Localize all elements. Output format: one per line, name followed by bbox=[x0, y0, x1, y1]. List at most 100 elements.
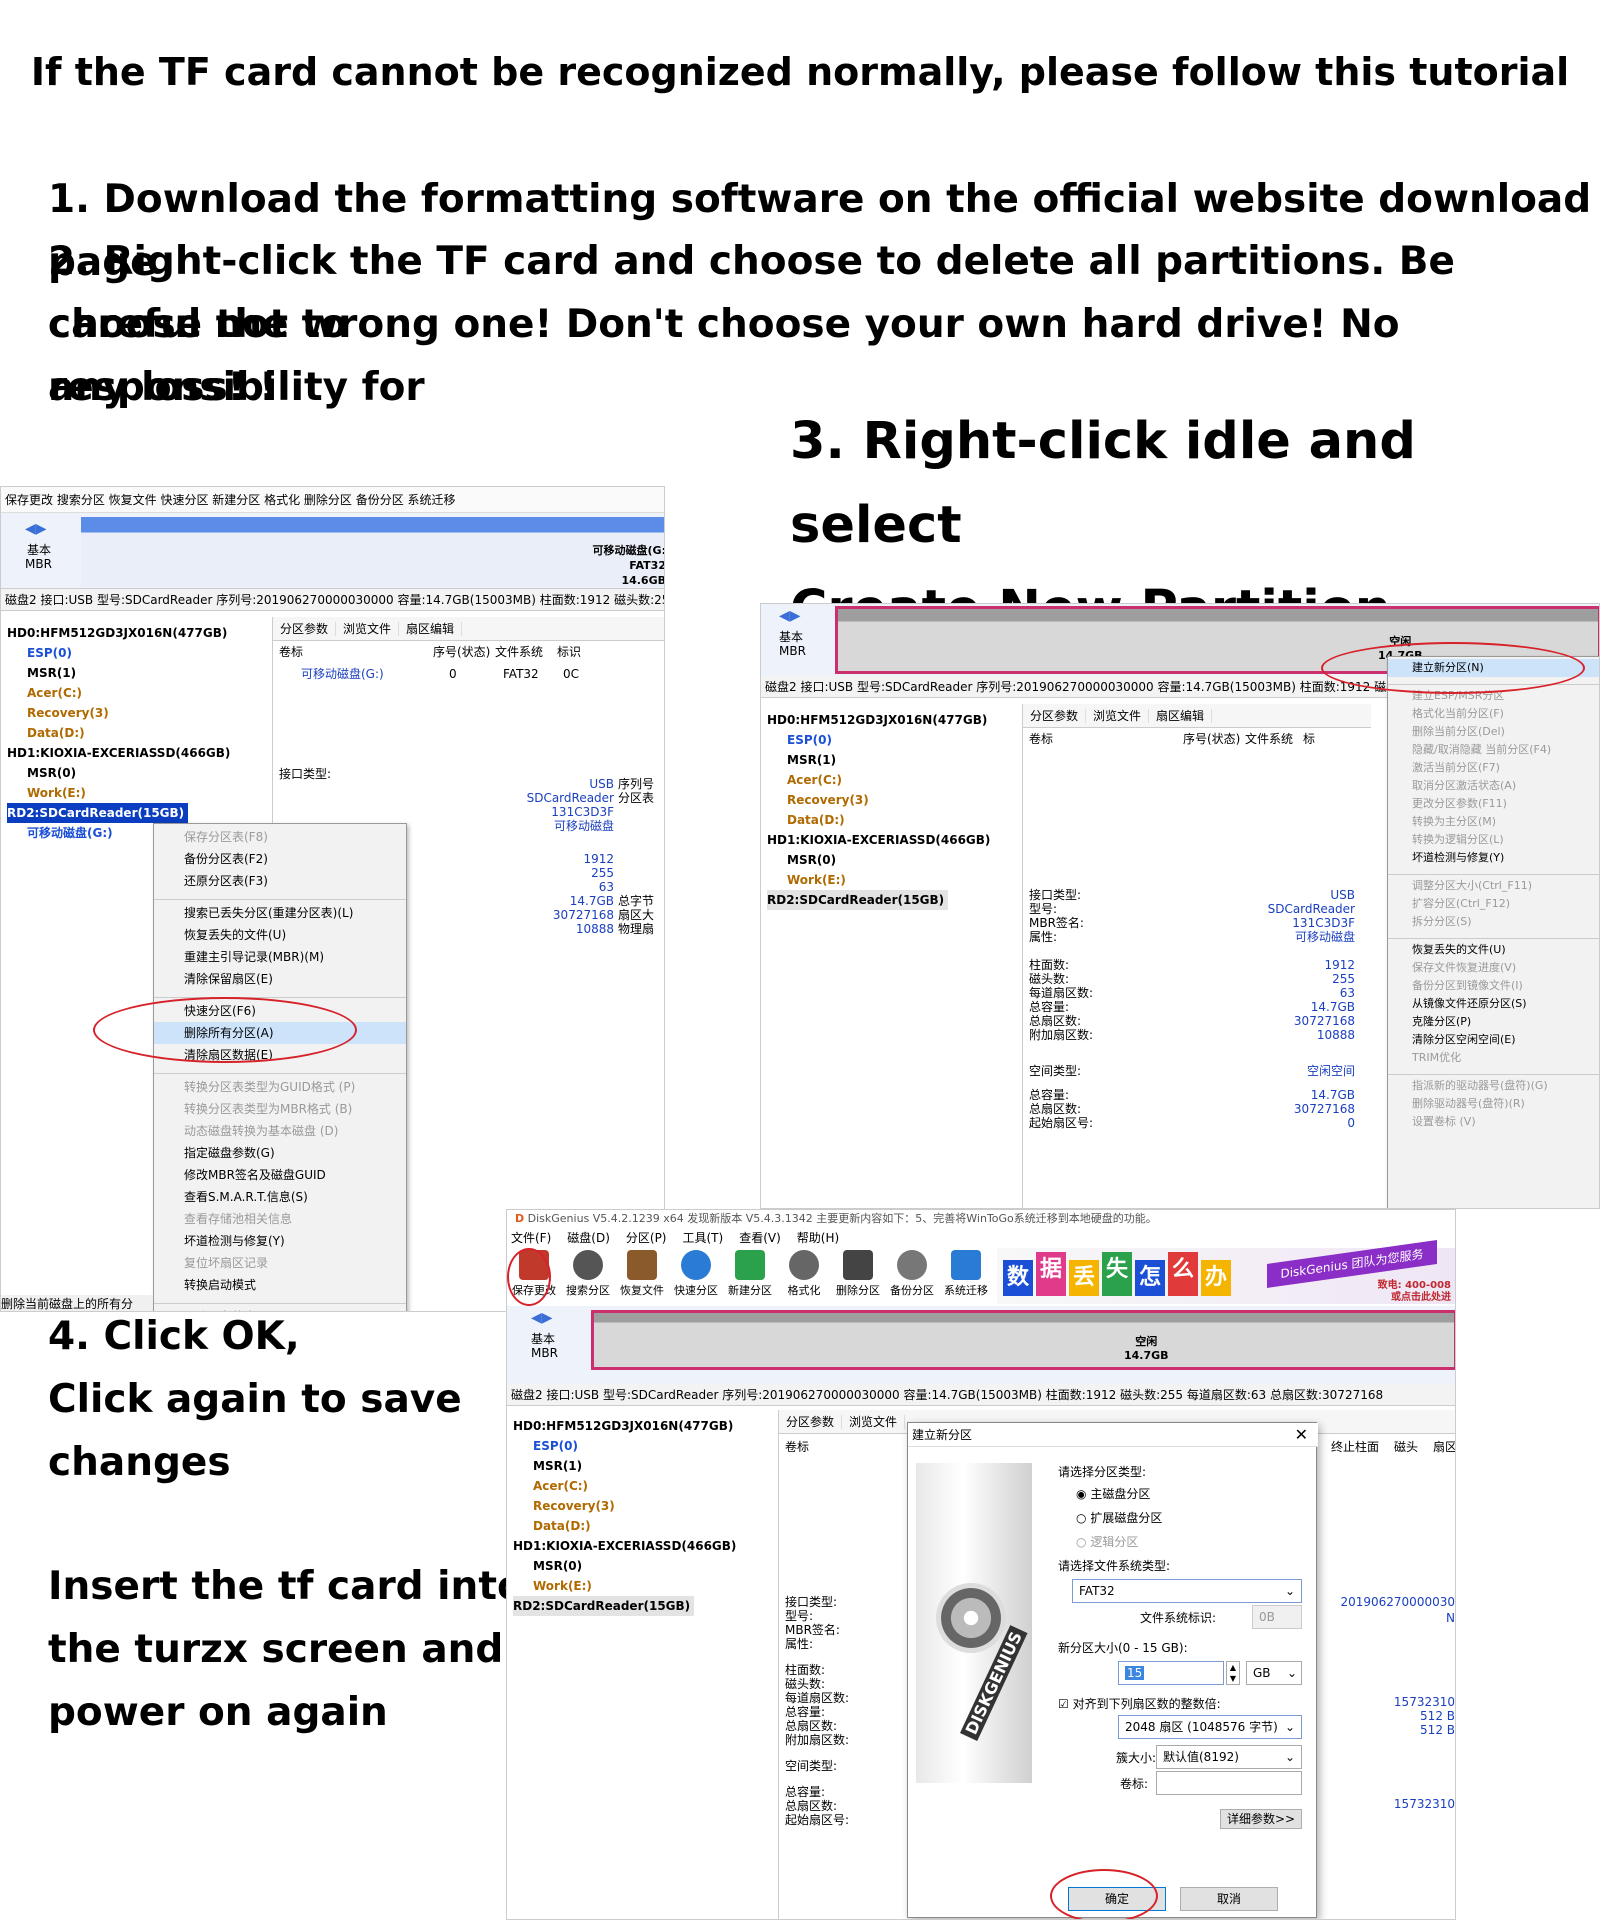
tree-disk[interactable]: HD0:HFM512GD3JX016N(477GB) bbox=[7, 623, 272, 643]
tree-partition[interactable]: Work(E:) bbox=[767, 870, 1022, 890]
menu-item[interactable]: 还原分区表(F3) bbox=[154, 870, 406, 892]
menu-item[interactable]: 坏道检测与修复(Y) bbox=[154, 1230, 406, 1252]
tab-1[interactable]: 浏览文件 bbox=[842, 1415, 906, 1429]
disk-tree[interactable]: HD0:HFM512GD3JX016N(477GB) ESP(0) MSR(1) Ac… bbox=[507, 1410, 779, 1919]
toolbar[interactable]: 保存更改 搜索分区 恢复文件 快速分区 新建分区 格式化 删除分区 备份分区 系统迁移 bbox=[507, 1248, 997, 1304]
tree-disk[interactable]: RD2:SDCardReader(15GB) bbox=[7, 803, 189, 823]
menu-item[interactable]: 备份分区到镜像文件(I) bbox=[1388, 977, 1599, 995]
free-space-bar[interactable]: 空闲 14.7GB bbox=[591, 1310, 1455, 1370]
cluster-select[interactable]: 默认值(8192) ⌄ bbox=[1156, 1745, 1302, 1769]
menu-5[interactable]: 帮助(H) bbox=[797, 1231, 839, 1245]
tree-partition[interactable]: Data(D:) bbox=[7, 723, 272, 743]
tree-disk[interactable]: HD0:HFM512GD3JX016N(477GB) bbox=[513, 1416, 778, 1436]
menu-2[interactable]: 分区(P) bbox=[626, 1231, 667, 1245]
menu-item[interactable]: 更改设备状态 bbox=[154, 1306, 406, 1311]
menu-item[interactable]: 转换分区表类型为MBR格式 (B) bbox=[154, 1098, 406, 1120]
menu-item[interactable]: 复位坏扇区记录 bbox=[154, 1252, 406, 1274]
menu-item[interactable]: 扩容分区(Ctrl_F12) bbox=[1388, 895, 1599, 913]
tree-partition[interactable]: Data(D:) bbox=[767, 810, 1022, 830]
tree-disk[interactable]: RD2:SDCardReader(15GB) bbox=[767, 890, 949, 910]
menu-4[interactable]: 查看(V) bbox=[739, 1231, 781, 1245]
tool-button[interactable]: 新建分区 bbox=[723, 1248, 777, 1304]
cancel-button[interactable]: 取消 bbox=[1180, 1887, 1278, 1911]
unit-select[interactable]: GB ⌄ bbox=[1246, 1661, 1302, 1685]
tab-2[interactable]: 扇区编辑 bbox=[399, 622, 463, 636]
tool-button[interactable]: 恢复文件 bbox=[615, 1248, 669, 1304]
radio-logical[interactable]: ○ 逻辑分区 bbox=[1076, 1533, 1138, 1550]
tree-disk[interactable]: HD1:KIOXIA-EXCERIASSD(466GB) bbox=[7, 743, 272, 763]
tool-button[interactable]: 删除分区 bbox=[831, 1248, 885, 1304]
menu-item[interactable]: TRIM优化 bbox=[1388, 1049, 1599, 1067]
ad-banner[interactable]: 数据丢失怎么办 DiskGenius 团队为您服务 致电: 400-008 或点… bbox=[997, 1240, 1455, 1304]
tree-partition[interactable]: Work(E:) bbox=[513, 1576, 778, 1596]
menu-item[interactable]: 备份分区表(F2) bbox=[154, 848, 406, 870]
size-stepper[interactable]: ▲ ▼ bbox=[1226, 1661, 1240, 1685]
tab-0[interactable]: 分区参数 bbox=[779, 1415, 843, 1429]
tree-disk[interactable]: HD1:KIOXIA-EXCERIASSD(466GB) bbox=[513, 1536, 778, 1556]
menu-item[interactable]: 转换启动模式 bbox=[154, 1274, 406, 1296]
tab-2[interactable]: 扇区编辑 bbox=[1149, 709, 1213, 723]
tree-partition[interactable]: Acer(C:) bbox=[767, 770, 1022, 790]
tree-partition[interactable]: ESP(0) bbox=[767, 730, 1022, 750]
menu-item[interactable]: 保存分区表(F8) bbox=[154, 826, 406, 848]
disk-tree[interactable]: HD0:HFM512GD3JX016N(477GB) ESP(0) MSR(1) Ac… bbox=[761, 704, 1023, 1208]
menu-item[interactable]: 转换分区表类型为GUID格式 (P) bbox=[154, 1076, 406, 1098]
menu-0[interactable]: 文件(F) bbox=[511, 1231, 551, 1245]
menu-1[interactable]: 磁盘(D) bbox=[567, 1231, 610, 1245]
tree-disk[interactable]: HD0:HFM512GD3JX016N(477GB) bbox=[767, 710, 1022, 730]
tree-partition[interactable]: Data(D:) bbox=[513, 1516, 778, 1536]
tool-button[interactable]: 系统迁移 bbox=[939, 1248, 993, 1304]
menu-3[interactable]: 工具(T) bbox=[683, 1231, 724, 1245]
table-row[interactable]: 可移动磁盘(G:) 0 FAT32 0C bbox=[273, 663, 664, 685]
tree-partition[interactable]: Recovery(3) bbox=[767, 790, 1022, 810]
toolbar[interactable]: 保存更改 搜索分区 恢复文件 快速分区 新建分区 格式化 删除分区 备份分区 系… bbox=[1, 487, 664, 513]
menu-item[interactable]: 激活当前分区(F7) bbox=[1388, 759, 1599, 777]
tab-1[interactable]: 浏览文件 bbox=[336, 622, 400, 636]
nav-arrows-icon[interactable]: ◀▶ bbox=[531, 1310, 553, 1326]
tree-partition[interactable]: MSR(1) bbox=[767, 750, 1022, 770]
tree-partition[interactable]: MSR(0) bbox=[767, 850, 1022, 870]
menu-item[interactable]: 重建主引导记录(MBR)(M) bbox=[154, 946, 406, 968]
partition-bar[interactable]: 可移动磁盘(G: FAT32 14.6GB bbox=[81, 517, 664, 587]
size-input[interactable]: 15 bbox=[1118, 1661, 1224, 1685]
menu-item[interactable]: 指定磁盘参数(G) bbox=[154, 1142, 406, 1164]
menu-item[interactable]: 动态磁盘转换为基本磁盘 (D) bbox=[154, 1120, 406, 1142]
menu-item[interactable]: 更改分区参数(F11) bbox=[1388, 795, 1599, 813]
menu-item[interactable]: 隐藏/取消隐藏 当前分区(F4) bbox=[1388, 741, 1599, 759]
menu-item[interactable]: 克隆分区(P) bbox=[1388, 1013, 1599, 1031]
tab-0[interactable]: 分区参数 bbox=[1023, 709, 1087, 723]
tab-0[interactable]: 分区参数 bbox=[273, 622, 337, 636]
tree-partition[interactable]: Recovery(3) bbox=[7, 703, 272, 723]
tree-partition[interactable]: MSR(1) bbox=[7, 663, 272, 683]
radio-extended[interactable]: ○ 扩展磁盘分区 bbox=[1076, 1509, 1162, 1526]
menu-item[interactable]: 查看存储池相关信息 bbox=[154, 1208, 406, 1230]
tool-button[interactable]: 搜索分区 bbox=[561, 1248, 615, 1304]
tree-partition[interactable]: MSR(0) bbox=[7, 763, 272, 783]
tree-partition[interactable]: MSR(0) bbox=[513, 1556, 778, 1576]
tab-1[interactable]: 浏览文件 bbox=[1086, 709, 1150, 723]
menu-item[interactable]: 删除当前分区(Del) bbox=[1388, 723, 1599, 741]
tree-partition[interactable]: Acer(C:) bbox=[513, 1476, 778, 1496]
tool-button[interactable]: 备份分区 bbox=[885, 1248, 939, 1304]
fsid-select[interactable]: 0B bbox=[1252, 1605, 1302, 1629]
tree-partition[interactable]: ESP(0) bbox=[513, 1436, 778, 1456]
details-button[interactable]: 详细参数>> bbox=[1220, 1809, 1302, 1829]
menu-bar[interactable]: 文件(F) 磁盘(D) 分区(P) 工具(T) 查看(V) 帮助(H) bbox=[507, 1228, 1455, 1248]
menu-item[interactable]: 清除分区空闲空间(E) bbox=[1388, 1031, 1599, 1049]
tool-button[interactable]: 格式化 bbox=[777, 1248, 831, 1304]
tab-bar[interactable]: 分区参数 浏览文件 扇区编辑 bbox=[273, 617, 664, 641]
menu-item[interactable]: 从镜像文件还原分区(S) bbox=[1388, 995, 1599, 1013]
menu-item[interactable]: 调整分区大小(Ctrl_F11) bbox=[1388, 877, 1599, 895]
nav-arrows-icon[interactable]: ◀▶ bbox=[779, 608, 801, 624]
menu-item[interactable]: 修改MBR签名及磁盘GUID bbox=[154, 1164, 406, 1186]
fs-select[interactable]: FAT32 ⌄ bbox=[1072, 1579, 1302, 1603]
tree-partition[interactable]: ESP(0) bbox=[7, 643, 272, 663]
tree-disk[interactable]: HD1:KIOXIA-EXCERIASSD(466GB) bbox=[767, 830, 1022, 850]
menu-item[interactable]: 取消分区激活状态(A) bbox=[1388, 777, 1599, 795]
nav-arrows-icon[interactable]: ◀▶ bbox=[25, 521, 47, 537]
menu-item[interactable]: 查看S.M.A.R.T.信息(S) bbox=[154, 1186, 406, 1208]
tree-partition[interactable]: Recovery(3) bbox=[513, 1496, 778, 1516]
menu-item[interactable]: 清除保留扇区(E) bbox=[154, 968, 406, 990]
menu-item[interactable]: 转换为逻辑分区(L) bbox=[1388, 831, 1599, 849]
menu-item[interactable]: 保存文件恢复进度(V) bbox=[1388, 959, 1599, 977]
